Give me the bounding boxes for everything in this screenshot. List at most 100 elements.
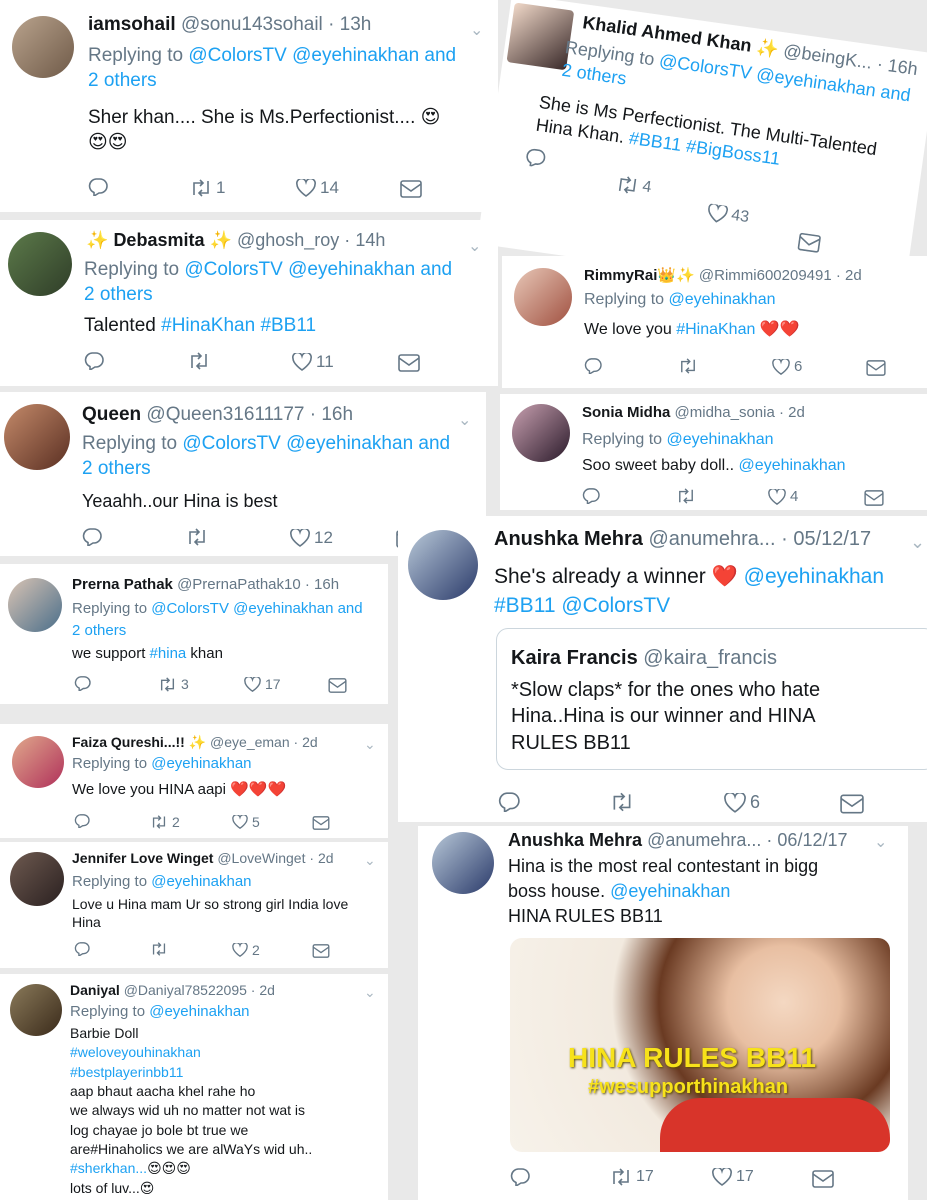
reply-others-link[interactable]: 2 others — [84, 284, 153, 305]
retweet-button[interactable]: 17 — [610, 1168, 654, 1186]
hashtag[interactable]: #BB11 — [494, 594, 556, 617]
avatar[interactable] — [12, 736, 64, 788]
mention[interactable]: @eyehinakhan — [744, 565, 884, 588]
tweet-card[interactable]: Daniyal @Daniyal78522095 · 2d ⌄ Replying… — [0, 974, 388, 1200]
chevron-down-icon[interactable]: ⌄ — [364, 736, 376, 753]
timestamp[interactable]: 13h — [340, 14, 372, 35]
retweet-button[interactable] — [678, 358, 698, 374]
author-handle[interactable]: @sonu143sohail — [181, 14, 323, 35]
author-name[interactable]: Jennifer Love Winget — [72, 850, 213, 866]
avatar[interactable] — [8, 578, 62, 632]
dm-button[interactable] — [328, 678, 347, 693]
tweet-card[interactable]: Anushka Mehra @anumehra... · 06/12/17 ⌄ … — [418, 826, 908, 1200]
hashtag[interactable]: #BB11 — [260, 315, 316, 336]
avatar[interactable] — [10, 984, 62, 1036]
hashtag[interactable]: #HinaKhan — [676, 321, 755, 338]
timestamp[interactable]: 2d — [845, 267, 862, 284]
chevron-down-icon[interactable]: ⌄ — [458, 410, 471, 430]
mention[interactable]: @eyehinakhan — [739, 457, 846, 474]
hashtag[interactable]: #HinaKhan — [161, 315, 255, 336]
reply-button[interactable] — [584, 358, 602, 374]
hashtag[interactable]: #hina — [150, 645, 187, 662]
author-name[interactable]: Prerna Pathak — [72, 576, 173, 593]
avatar[interactable] — [4, 404, 70, 470]
author-name[interactable]: Daniyal — [70, 982, 120, 998]
timestamp[interactable]: 05/12/17 — [793, 528, 871, 550]
dm-button[interactable] — [812, 1170, 834, 1188]
like-button[interactable]: 11 — [292, 352, 334, 372]
dm-button[interactable] — [312, 816, 330, 830]
avatar[interactable] — [432, 832, 494, 894]
timestamp[interactable]: 2d — [259, 982, 275, 998]
author-handle[interactable]: @LoveWinget — [217, 850, 305, 866]
reply-button[interactable] — [74, 942, 90, 956]
tweet-card[interactable]: RimmyRai👑✨ @Rimmi600209491 · 2d Replying… — [502, 256, 927, 388]
reply-button[interactable] — [510, 1168, 530, 1186]
retweet-button[interactable] — [676, 488, 696, 504]
author-handle[interactable]: @Queen31611177 — [146, 404, 304, 425]
author-handle[interactable]: @Daniyal78522095 — [124, 982, 247, 998]
retweet-button[interactable]: 1 — [190, 178, 225, 198]
reply-button[interactable] — [82, 528, 102, 546]
timestamp[interactable]: 16h — [887, 55, 920, 79]
hashtag[interactable]: #BB11 — [628, 128, 683, 155]
like-button[interactable]: 6 — [724, 792, 760, 813]
like-button[interactable]: 12 — [290, 528, 333, 548]
author-name[interactable]: Anushka Mehra — [508, 830, 642, 850]
tweet-card[interactable]: Faiza Qureshi...!! ✨ @eye_eman · 2d ⌄ Re… — [0, 724, 388, 838]
tweet-card[interactable]: Jennifer Love Winget @LoveWinget · 2d ⌄ … — [0, 842, 388, 968]
author-name[interactable]: iamsohail — [88, 14, 176, 35]
reply-others-link[interactable]: 2 others — [82, 458, 151, 479]
reply-to-links[interactable]: @ColorsTV @eyehinakhan and — [184, 259, 452, 280]
reply-button[interactable] — [84, 352, 104, 370]
hashtag[interactable]: #sherkhan... — [70, 1160, 147, 1176]
dm-button[interactable] — [840, 794, 864, 814]
reply-button[interactable] — [582, 488, 600, 504]
chevron-down-icon[interactable]: ⌄ — [364, 984, 376, 1001]
reply-to-links[interactable]: @eyehinakhan — [149, 1003, 249, 1020]
reply-to-links[interactable]: @eyehinakhan — [151, 755, 251, 772]
author-handle[interactable]: @midha_sonia — [675, 404, 775, 421]
dm-button[interactable] — [400, 180, 422, 198]
avatar[interactable] — [512, 404, 570, 462]
tweet-image[interactable]: HINA RULES BB11 #wesupporthinakhan — [510, 938, 890, 1152]
retweet-button[interactable]: 4 — [615, 174, 652, 197]
author-name[interactable]: RimmyRai — [584, 267, 657, 284]
mention[interactable]: @eyehinakhan — [610, 881, 730, 901]
author-name[interactable]: Sonia Midha — [582, 404, 670, 421]
dm-button[interactable] — [797, 232, 821, 253]
like-button[interactable]: 43 — [706, 203, 750, 227]
reply-button[interactable] — [88, 178, 108, 196]
reply-others-link[interactable]: 2 others — [88, 70, 157, 91]
like-button[interactable]: 17 — [712, 1168, 754, 1186]
chevron-down-icon[interactable]: ⌄ — [364, 852, 376, 869]
avatar[interactable] — [8, 232, 72, 296]
reply-to-links[interactable]: @eyehinakhan — [151, 873, 251, 890]
reply-button[interactable] — [74, 814, 90, 828]
reply-button[interactable] — [74, 676, 91, 691]
retweet-button[interactable] — [188, 352, 210, 370]
tweet-card[interactable]: iamsohail @sonu143sohail · 13h ⌄ Replyin… — [0, 0, 498, 212]
reply-to-links[interactable]: @ColorsTV @eyehinakhan and — [151, 600, 362, 617]
quoted-tweet[interactable]: Kaira Francis @kaira_francis *Slow claps… — [496, 628, 927, 770]
retweet-button[interactable] — [610, 792, 634, 812]
timestamp[interactable]: 16h — [321, 404, 353, 425]
author-handle[interactable]: @anumehra... — [647, 830, 761, 850]
author-handle[interactable]: @eye_eman — [210, 734, 290, 750]
timestamp[interactable]: 06/12/17 — [777, 830, 847, 850]
timestamp[interactable]: 2d — [318, 850, 334, 866]
like-button[interactable]: 4 — [768, 488, 798, 505]
author-handle[interactable]: @PrernaPathak10 — [177, 576, 301, 593]
chevron-down-icon[interactable]: ⌄ — [910, 532, 925, 553]
author-handle[interactable]: @anumehra... — [649, 528, 776, 550]
retweet-button[interactable]: 3 — [158, 676, 189, 692]
retweet-button[interactable]: 2 — [150, 814, 180, 830]
reply-to-links[interactable]: @eyehinakhan — [669, 291, 776, 308]
like-button[interactable]: 17 — [244, 676, 281, 692]
tweet-card[interactable]: Anushka Mehra @anumehra... · 05/12/17 ⌄ … — [398, 516, 927, 822]
author-name[interactable]: Debasmita — [113, 230, 204, 250]
like-button[interactable]: 2 — [232, 942, 260, 958]
chevron-down-icon[interactable]: ⌄ — [874, 832, 887, 852]
dm-button[interactable] — [312, 944, 330, 958]
timestamp[interactable]: 2d — [302, 734, 318, 750]
